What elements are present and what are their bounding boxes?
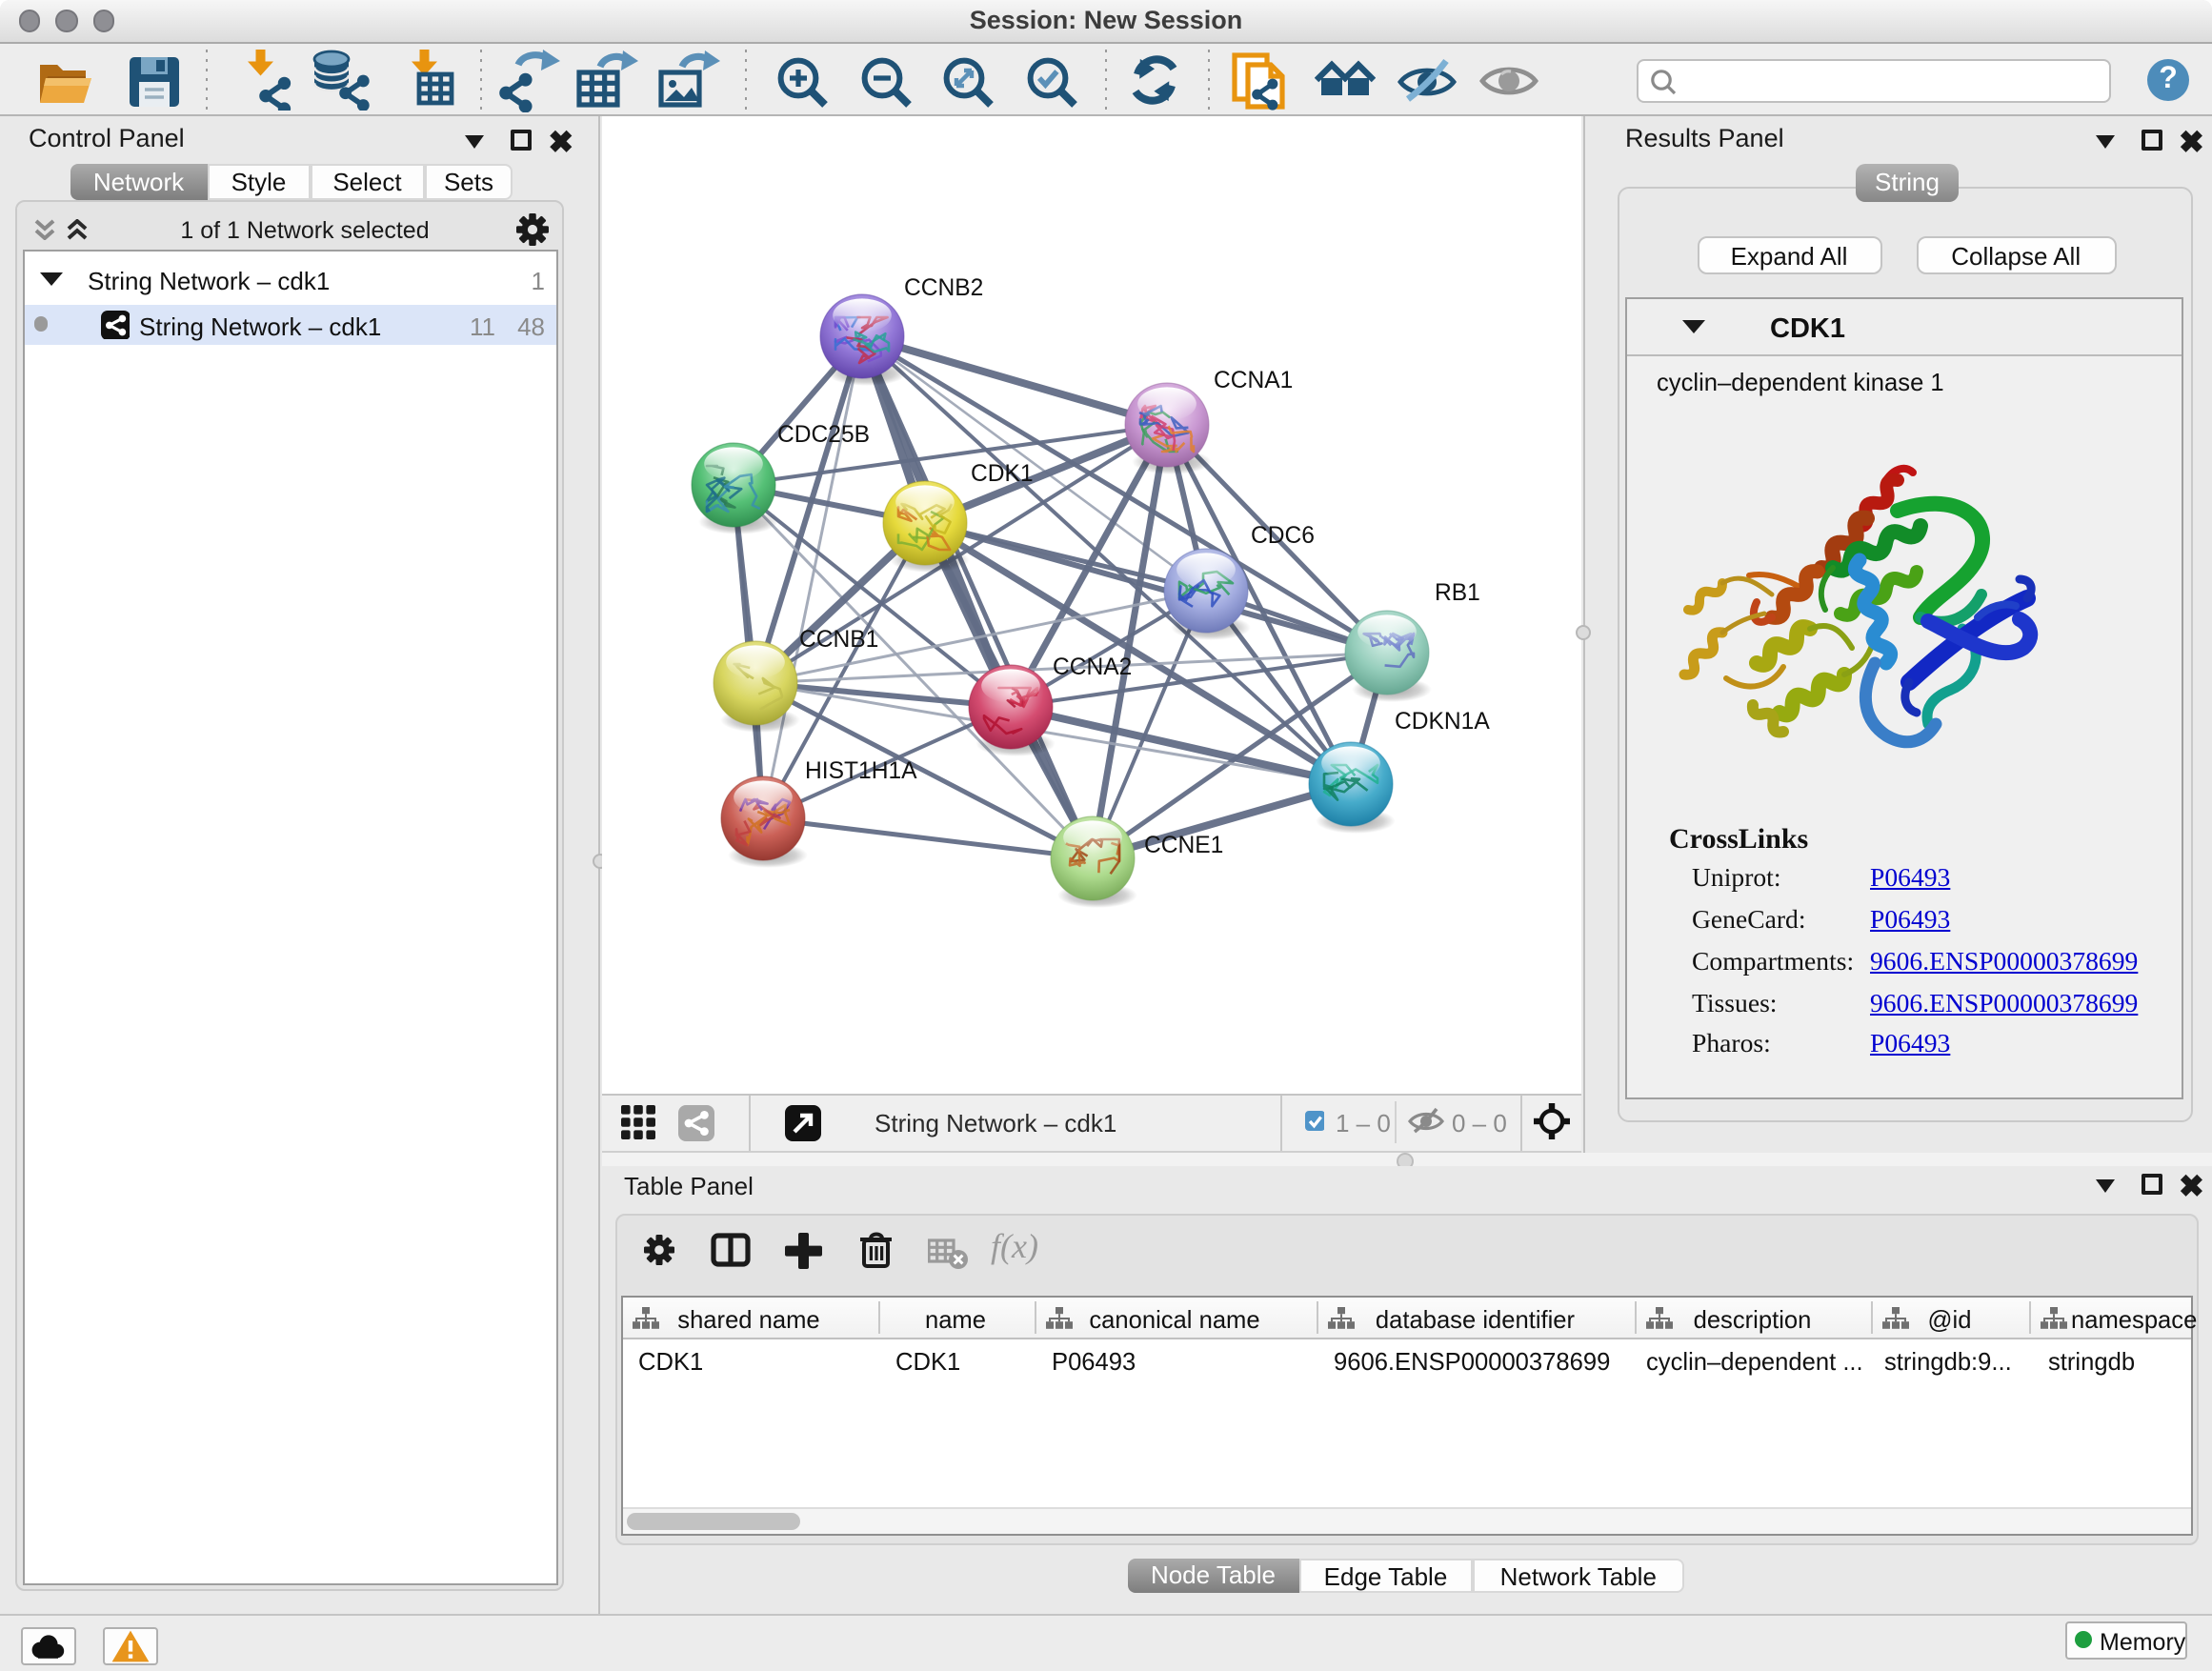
svg-text:CCNB1: CCNB1 (798, 627, 877, 653)
svg-text:CDC25B: CDC25B (776, 422, 869, 448)
svg-text:RB1: RB1 (1434, 580, 1479, 606)
svg-text:CDKN1A: CDKN1A (1394, 709, 1489, 735)
svg-text:HIST1H1A: HIST1H1A (804, 758, 916, 784)
svg-text:CDK1: CDK1 (970, 461, 1033, 487)
svg-text:CCNA1: CCNA1 (1213, 368, 1292, 393)
svg-text:CDC6: CDC6 (1250, 523, 1314, 549)
svg-text:CCNE1: CCNE1 (1143, 833, 1222, 858)
svg-text:CCNB2: CCNB2 (903, 275, 982, 301)
svg-text:CCNA2: CCNA2 (1052, 654, 1131, 680)
